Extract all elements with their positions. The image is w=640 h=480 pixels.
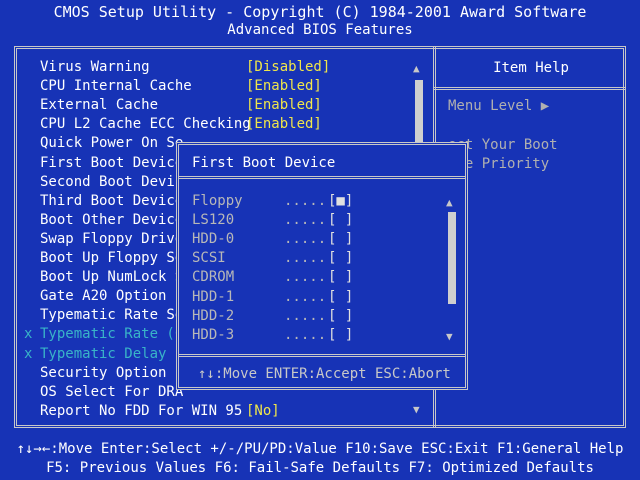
boot-device-name: HDD-2	[192, 307, 235, 324]
boot-device-name: Floppy	[192, 193, 243, 209]
setting-label: CPU L2 Cache ECC Checking	[40, 116, 251, 133]
selection-box[interactable]: [ ]	[328, 326, 353, 345]
key-help-line-2: F5: Previous Values F6: Fail-Safe Defaul…	[46, 460, 594, 476]
setting-label: Typematic Rate (C	[40, 326, 184, 343]
setting-label: Report No FDD For WIN 95	[40, 402, 243, 419]
setting-row[interactable]: Third Boot Device	[24, 192, 183, 211]
setting-value[interactable]: [Disabled]	[246, 58, 330, 77]
setting-value[interactable]: [Enabled]	[246, 96, 322, 115]
boot-device-option[interactable]: LS120.....[ ]	[192, 211, 353, 230]
scroll-down-icon[interactable]: ▼	[413, 403, 420, 416]
setting-row[interactable]: Quick Power On Se	[24, 134, 183, 153]
selection-box[interactable]: [■]	[328, 192, 353, 211]
boot-device-option[interactable]: HDD-3.....[ ]	[192, 326, 353, 345]
selection-box[interactable]: [ ]	[328, 230, 353, 249]
page-title: Advanced BIOS Features	[227, 22, 413, 38]
popup-footer-divider	[179, 354, 465, 357]
selection-box[interactable]: [ ]	[328, 288, 353, 307]
setting-label: CPU Internal Cache	[40, 78, 192, 95]
setting-label: Security Option	[40, 364, 167, 381]
selection-box[interactable]: [ ]	[328, 249, 353, 268]
setting-value[interactable]: [Enabled]	[246, 77, 322, 96]
setting-label: Boot Up Floppy Se	[40, 250, 184, 266]
menu-level: Menu Level ▶	[448, 98, 550, 114]
setting-row[interactable]: CPU L2 Cache ECC Checking [Enabled]	[24, 115, 322, 134]
setting-row[interactable]: x Typematic Rate (C	[24, 325, 183, 344]
setting-label: Virus Warning	[40, 59, 150, 75]
selection-box[interactable]: [ ]	[328, 211, 353, 230]
leader-dots: .....	[284, 193, 327, 209]
boot-device-name: HDD-0	[192, 231, 235, 248]
popup-scroll-up-icon[interactable]: ▲	[446, 196, 453, 209]
setting-row[interactable]: Virus Warning [Disabled]	[24, 58, 330, 77]
boot-device-option[interactable]: Floppy..... [■]	[192, 192, 353, 211]
setting-row[interactable]: CPU Internal Cache [Enabled]	[24, 77, 322, 96]
setting-label: First Boot Device	[40, 154, 184, 171]
popup-divider	[179, 176, 465, 179]
setting-row[interactable]: Typematic Rate Se	[24, 306, 183, 325]
setting-label: Boot Up NumLock S	[40, 269, 184, 286]
setting-label: OS Select For DRA	[40, 383, 184, 400]
scroll-up-icon[interactable]: ▲	[413, 62, 420, 75]
leader-dots: .....	[284, 288, 327, 305]
boot-device-option[interactable]: HDD-1.....[ ]	[192, 288, 353, 307]
setting-label: Typematic Rate Se	[40, 307, 184, 324]
boot-device-name: HDD-3	[192, 326, 235, 343]
boot-device-option[interactable]: HDD-2.....[ ]	[192, 307, 353, 326]
boot-device-name: LS120	[192, 212, 235, 229]
setting-label: External Cache	[40, 97, 159, 114]
setting-row[interactable]: Gate A20 Option	[24, 287, 166, 306]
setting-row[interactable]: Swap Floppy Drive	[24, 230, 183, 249]
boot-device-option[interactable]: SCSI.....[ ]	[192, 249, 353, 268]
boot-device-name: HDD-1	[192, 288, 235, 305]
setting-row[interactable]: OS Select For DRA	[24, 383, 183, 402]
popup-footer: ↑↓:Move ENTER:Accept ESC:Abort	[198, 366, 451, 382]
setting-label: Typematic Delay (	[40, 345, 184, 362]
disabled-mark: x	[24, 326, 33, 343]
help-divider	[433, 87, 626, 90]
setting-label: Third Boot Device	[40, 192, 184, 209]
setting-row[interactable]: External Cache [Enabled]	[24, 96, 322, 115]
setting-row[interactable]: Boot Other Device	[24, 211, 183, 230]
popup-scrollbar[interactable]	[448, 212, 456, 304]
popup-title: First Boot Device	[192, 155, 336, 171]
leader-dots: .....	[284, 269, 327, 286]
selection-box[interactable]: [ ]	[328, 307, 353, 326]
boot-device-name: SCSI	[192, 250, 226, 267]
setting-row[interactable]: Report No FDD For WIN 95 [No]	[24, 402, 280, 421]
boot-device-option[interactable]: CDROM.....[ ]	[192, 268, 353, 287]
popup-scroll-down-icon[interactable]: ▼	[446, 330, 453, 343]
disabled-mark: x	[24, 345, 33, 362]
leader-dots: .....	[284, 212, 327, 229]
key-help-line-1: ↑↓→←:Move Enter:Select +/-/PU/PD:Value F…	[16, 441, 624, 457]
setting-value[interactable]: [No]	[246, 402, 280, 421]
leader-dots: .....	[284, 231, 327, 248]
setting-row[interactable]: First Boot Device	[24, 154, 183, 173]
leader-dots: .....	[284, 326, 327, 343]
setting-label: Gate A20 Option	[40, 288, 167, 305]
app-title: CMOS Setup Utility - Copyright (C) 1984-…	[53, 3, 587, 21]
boot-device-option[interactable]: HDD-0.....[ ]	[192, 230, 353, 249]
setting-row[interactable]: Second Boot Devic	[24, 173, 183, 192]
setting-label: Quick Power On Se	[40, 135, 184, 152]
setting-row[interactable]: x Typematic Delay (	[24, 345, 183, 364]
setting-label: Second Boot Devic	[40, 173, 184, 190]
setting-row[interactable]: Security Option	[24, 364, 166, 383]
setting-row[interactable]: Boot Up Floppy Se	[24, 249, 183, 268]
setting-label: Swap Floppy Drive	[40, 230, 184, 247]
leader-dots: .....	[284, 307, 327, 324]
selection-box[interactable]: [ ]	[328, 268, 353, 287]
setting-value[interactable]: [Enabled]	[246, 115, 322, 134]
setting-label: Boot Other Device	[40, 211, 184, 228]
setting-row[interactable]: Boot Up NumLock S	[24, 268, 183, 287]
boot-device-name: CDROM	[192, 269, 235, 286]
item-help-title: Item Help	[493, 60, 569, 76]
leader-dots: .....	[284, 250, 327, 267]
